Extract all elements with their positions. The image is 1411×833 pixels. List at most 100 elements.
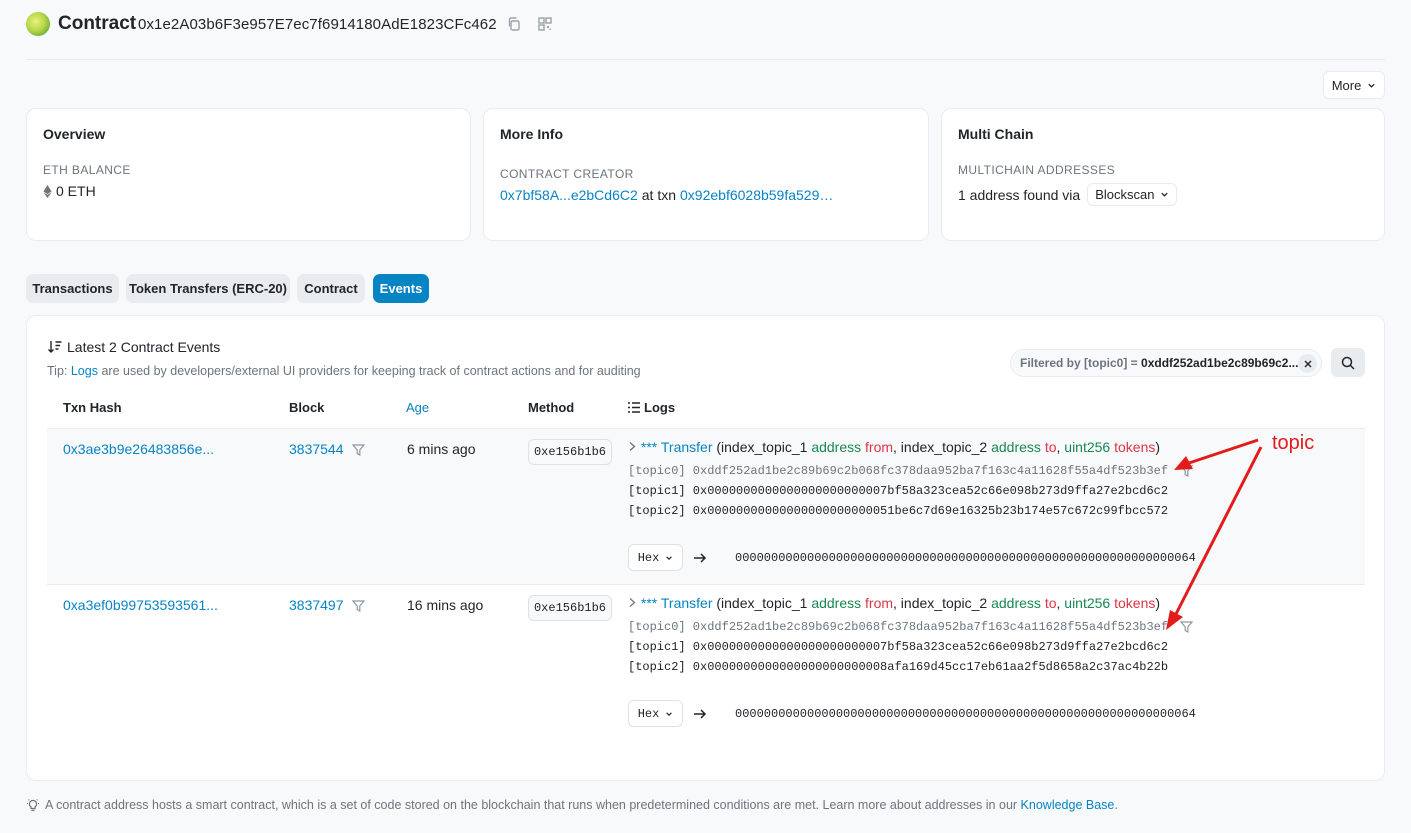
tab-events[interactable]: Events xyxy=(373,274,429,303)
filter-label: Filtered by [topic0] = xyxy=(1020,356,1138,370)
chevron-down-icon xyxy=(666,555,673,560)
lightbulb-icon xyxy=(27,799,39,811)
copy-icon[interactable] xyxy=(506,16,522,32)
tip-text: are used by developers/external UI provi… xyxy=(101,364,641,378)
sort-icon xyxy=(48,341,62,353)
age-cell: 16 mins ago xyxy=(407,597,484,613)
eth-balance-value: 0 ETH xyxy=(43,183,454,199)
data-line: Hex 000000000000000000000000000000000000… xyxy=(628,544,1348,571)
multi-chain-card: Multi Chain MULTICHAIN ADDRESSES 1 addre… xyxy=(941,108,1385,241)
chevron-down-icon xyxy=(1161,192,1169,197)
blockscan-dropdown[interactable]: Blockscan xyxy=(1087,183,1178,206)
sig-part: , index_topic_2 xyxy=(893,595,988,611)
arrow-right-icon xyxy=(694,552,707,563)
sig-type: uint256 xyxy=(1064,595,1111,611)
tab-transactions[interactable]: Transactions xyxy=(26,274,119,303)
chevron-right-icon[interactable] xyxy=(628,441,637,452)
sig-type: address xyxy=(811,595,862,611)
more-info-card: More Info CONTRACT CREATOR 0x7bf58A...e2… xyxy=(483,108,929,241)
col-txn-hash: Txn Hash xyxy=(63,400,122,415)
at-txn-text: at txn xyxy=(641,187,677,203)
sig-part: , index_topic_2 xyxy=(893,439,988,455)
hex-format-select[interactable]: Hex xyxy=(628,700,683,727)
data-value: 0000000000000000000000000000000000000000… xyxy=(735,550,1196,565)
logs-heading: Logs xyxy=(644,400,676,415)
arrow-right-icon xyxy=(694,708,707,719)
sig-param: from xyxy=(865,439,894,455)
multichain-count-text: 1 address found via xyxy=(958,186,1081,203)
sig-type: uint256 xyxy=(1064,439,1111,455)
filter-icon[interactable] xyxy=(1180,465,1194,477)
data-line: Hex 000000000000000000000000000000000000… xyxy=(628,700,1348,727)
sig-part: (index_topic_1 xyxy=(716,595,808,611)
topic0-text: [topic0] 0xddf252ad1be2c89b69c2b068fc378… xyxy=(628,620,1169,634)
filter-value: 0xddf252ad1be2c89b69c2... xyxy=(1141,356,1299,370)
log-entry: *** Transfer (index_topic_1 address from… xyxy=(628,439,1348,571)
tab-contract[interactable]: Contract xyxy=(297,274,365,303)
chevron-right-icon[interactable] xyxy=(628,597,637,608)
events-tip: Tip: Logs are used by developers/externa… xyxy=(47,364,641,378)
filter-icon[interactable] xyxy=(1180,621,1194,633)
log-entry: *** Transfer (index_topic_1 address from… xyxy=(628,595,1348,727)
col-logs: Logs xyxy=(628,400,675,415)
sig-param: tokens xyxy=(1114,439,1156,455)
search-icon xyxy=(1341,356,1355,370)
footer-end: . xyxy=(1114,798,1118,812)
list-icon xyxy=(628,402,640,413)
contract-avatar-icon xyxy=(26,12,50,36)
contract-creator-label: CONTRACT CREATOR xyxy=(500,167,634,181)
table-row: 0xa3ef0b99753593561... 3837497 16 mins a… xyxy=(47,585,1365,742)
filter-icon[interactable] xyxy=(352,600,366,613)
more-dropdown-button[interactable]: More xyxy=(1323,71,1385,99)
event-name: *** Transfer xyxy=(640,595,713,611)
annotation-label: topic xyxy=(1272,432,1315,454)
blockscan-label: Blockscan xyxy=(1095,187,1155,202)
creator-address-link[interactable]: 0x7bf58A...e2bCd6C2 xyxy=(500,187,638,203)
multi-chain-title: Multi Chain xyxy=(958,126,1034,142)
topic1-line: [topic1] 0x0000000000000000000000007bf58… xyxy=(628,640,1169,654)
topic-filter-chip: Filtered by [topic0] = 0xddf252ad1be2c89… xyxy=(1010,349,1322,377)
sig-param: to xyxy=(1044,595,1057,611)
block-link[interactable]: 3837497 xyxy=(289,597,344,613)
sig-type: address xyxy=(811,439,862,455)
event-signature: *** Transfer (index_topic_1 address from… xyxy=(628,595,1348,611)
col-method: Method xyxy=(528,400,575,415)
data-value: 0000000000000000000000000000000000000000… xyxy=(735,706,1196,721)
eth-balance-text: 0 ETH xyxy=(56,183,96,199)
creator-txn-link[interactable]: 0x92ebf6028b59fa529… xyxy=(680,187,833,203)
txn-hash-link[interactable]: 0x3ae3b9e26483856e... xyxy=(63,441,214,457)
multichain-value: 1 address found via Blockscan xyxy=(958,183,1368,206)
chevron-down-icon xyxy=(666,711,673,716)
col-block: Block xyxy=(289,400,325,415)
block-cell: 3837497 xyxy=(289,597,366,613)
knowledge-base-link[interactable]: Knowledge Base xyxy=(1021,798,1115,812)
col-age[interactable]: Age xyxy=(406,400,429,415)
overview-card: Overview ETH BALANCE 0 ETH xyxy=(26,108,471,241)
method-badge: 0xe156b1b6 xyxy=(528,595,612,621)
events-heading: Latest 2 Contract Events xyxy=(47,339,220,355)
more-info-title: More Info xyxy=(500,126,563,142)
filter-icon[interactable] xyxy=(352,444,366,457)
sig-type: address xyxy=(991,439,1041,455)
txn-hash-link[interactable]: 0xa3ef0b99753593561... xyxy=(63,597,218,613)
topic0-line: [topic0] 0xddf252ad1be2c89b69c2b068fc378… xyxy=(628,620,1348,634)
clear-filter-button[interactable] xyxy=(1298,354,1317,373)
footer-body: A contract address hosts a smart contrac… xyxy=(45,798,1018,812)
search-button[interactable] xyxy=(1331,348,1365,377)
tab-token-transfers[interactable]: Token Transfers (ERC-20) xyxy=(126,274,290,303)
hex-select-label: Hex xyxy=(637,550,660,565)
ethereum-icon xyxy=(43,184,52,198)
topic0-line: [topic0] 0xddf252ad1be2c89b69c2b068fc378… xyxy=(628,464,1348,478)
logs-link[interactable]: Logs xyxy=(71,364,98,378)
contract-creator-value: 0x7bf58A...e2bCd6C2 at txn 0x92ebf6028b5… xyxy=(500,187,912,203)
chevron-down-icon xyxy=(1368,83,1375,88)
sig-param: from xyxy=(865,595,894,611)
events-title: Latest 2 Contract Events xyxy=(67,339,221,355)
block-link[interactable]: 3837544 xyxy=(289,441,344,457)
method-badge: 0xe156b1b6 xyxy=(528,439,612,465)
contract-address: 0x1e2A03b6F3e957E7ec7f6914180AdE1823CFc4… xyxy=(138,16,497,33)
qr-code-icon[interactable] xyxy=(537,16,553,32)
block-cell: 3837544 xyxy=(289,441,366,457)
sig-part: ) xyxy=(1155,595,1161,611)
hex-format-select[interactable]: Hex xyxy=(628,544,683,571)
